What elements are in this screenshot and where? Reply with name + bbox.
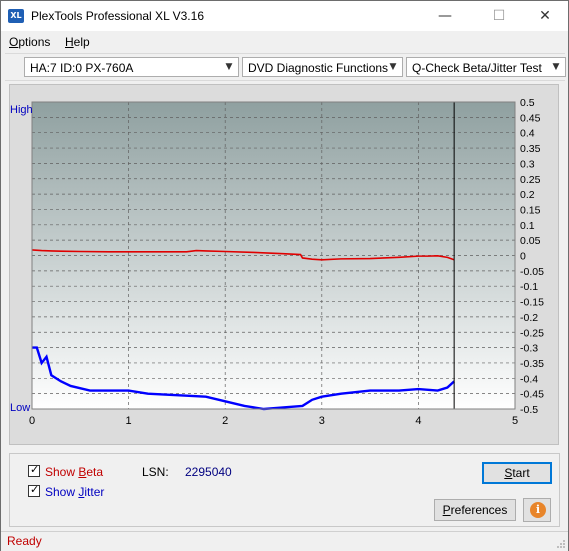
drive-select-value: HA:7 ID:0 PX-760A <box>30 61 134 75</box>
y-tick-label: 0.5 <box>520 97 535 109</box>
x-tick-label: 1 <box>126 415 132 427</box>
y-tick-label: -0.3 <box>520 343 538 355</box>
controls-panel: ✓ Show Beta ✓ Show Jitter LSN: 2295040 S… <box>9 453 560 527</box>
x-tick-label: 3 <box>319 415 325 427</box>
show-jitter-label[interactable]: Show Jitter <box>45 485 104 499</box>
lsn-value: 2295040 <box>185 465 232 479</box>
left-axis-high-label: High <box>10 104 33 116</box>
chevron-down-icon: ▼ <box>389 62 397 72</box>
preferences-accel: P <box>442 503 451 517</box>
x-tick-label: 0 <box>29 415 35 427</box>
close-button[interactable]: ✕ <box>522 1 568 31</box>
app-window: XL PlexTools Professional XL V3.16 — ☐ ✕… <box>0 0 569 551</box>
menu-options[interactable]: Options <box>9 35 50 49</box>
start-button[interactable]: Start <box>482 462 552 484</box>
start-button-label: Start <box>504 466 529 480</box>
x-tick-label: 5 <box>512 415 518 427</box>
x-axis-ticks: 0 1 2 3 4 5 <box>29 415 518 427</box>
y-tick-label: 0.15 <box>520 204 541 216</box>
y-tick-label: -0.35 <box>520 358 544 370</box>
function-select-value: DVD Diagnostic Functions <box>248 61 389 75</box>
info-button[interactable]: i <box>523 498 551 522</box>
y-tick-label: -0.05 <box>520 266 544 278</box>
y-tick-label: -0.45 <box>520 389 544 401</box>
menu-options-label: ptions <box>18 35 51 49</box>
y-tick-label: -0.2 <box>520 312 538 324</box>
y-tick-label: 0 <box>520 251 526 263</box>
menu-help[interactable]: Help <box>65 35 90 49</box>
maximize-button[interactable]: ☐ <box>476 1 522 31</box>
title-bar[interactable]: XL PlexTools Professional XL V3.16 — ☐ ✕ <box>1 1 568 31</box>
y-tick-label: 0.25 <box>520 174 541 186</box>
y-tick-label: 0.35 <box>520 143 541 155</box>
x-tick-label: 4 <box>415 415 421 427</box>
menu-bar: Options Help <box>1 32 568 52</box>
status-text: Ready <box>7 534 42 548</box>
check-icon: ✓ <box>30 483 40 496</box>
drive-select[interactable]: HA:7 ID:0 PX-760A ▼ <box>24 57 239 77</box>
menu-help-accel: H <box>65 35 74 49</box>
beta-jitter-chart: High Low 0 1 2 3 4 5 0.5 0.45 0.4 0.35 0.3 0.25 0.2… <box>10 97 544 427</box>
show-jitter-checkbox[interactable]: ✓ <box>28 483 40 497</box>
minimize-button[interactable]: — <box>422 1 468 31</box>
y-tick-label: 0.3 <box>520 158 535 170</box>
menu-help-label: elp <box>73 35 90 49</box>
y-tick-label: 0.1 <box>520 220 535 232</box>
show-beta-label-rest: eta <box>86 465 104 479</box>
function-select[interactable]: DVD Diagnostic Functions ▼ <box>242 57 403 77</box>
y-tick-label: -0.1 <box>520 281 538 293</box>
resize-grip-icon[interactable] <box>556 539 566 549</box>
start-label-rest: tart <box>512 466 530 480</box>
y-tick-label: -0.5 <box>520 404 538 416</box>
plextools-app-icon: XL <box>8 9 24 23</box>
test-select-value: Q-Check Beta/Jitter Test <box>412 61 542 75</box>
preferences-label-rest: references <box>450 503 508 517</box>
show-beta-checkbox[interactable]: ✓ <box>28 463 40 477</box>
preferences-button[interactable]: Preferences <box>434 499 516 521</box>
grid-lines <box>31 101 516 410</box>
info-icon: i <box>530 502 546 518</box>
show-jitter-label-first: Show <box>45 485 79 499</box>
y-tick-label: 0.2 <box>520 189 535 201</box>
left-axis-low-label: Low <box>10 402 30 414</box>
window-title: PlexTools Professional XL V3.16 <box>31 9 204 23</box>
chevron-down-icon: ▼ <box>552 62 560 72</box>
show-beta-label[interactable]: Show Beta <box>45 465 103 479</box>
show-beta-label-first: Show <box>45 465 79 479</box>
preferences-button-label: Preferences <box>443 503 508 517</box>
chart-panel: High Low 0 1 2 3 4 5 0.5 0.45 0.4 0.35 0.3 0.25 0.2… <box>9 84 559 445</box>
lsn-label: LSN: <box>142 465 169 479</box>
y-tick-label: -0.15 <box>520 297 544 309</box>
menu-options-accel: O <box>9 35 19 49</box>
y-axis-ticks: 0.5 0.45 0.4 0.35 0.3 0.25 0.2 0.15 0.1 0.05 0 -0.0… <box>520 97 544 416</box>
y-tick-label: -0.25 <box>520 327 544 339</box>
chevron-down-icon: ▼ <box>225 62 233 72</box>
show-jitter-label-rest: itter <box>84 485 105 499</box>
status-bar: Ready <box>1 531 568 551</box>
y-tick-label: -0.4 <box>520 373 538 385</box>
x-tick-label: 2 <box>222 415 228 427</box>
check-icon: ✓ <box>30 463 40 476</box>
y-tick-label: 0.45 <box>520 112 541 124</box>
toolbar: HA:7 ID:0 PX-760A ▼ DVD Diagnostic Funct… <box>5 53 566 81</box>
test-select[interactable]: Q-Check Beta/Jitter Test ▼ <box>406 57 566 77</box>
y-tick-label: 0.05 <box>520 235 541 247</box>
y-tick-label: 0.4 <box>520 128 535 140</box>
